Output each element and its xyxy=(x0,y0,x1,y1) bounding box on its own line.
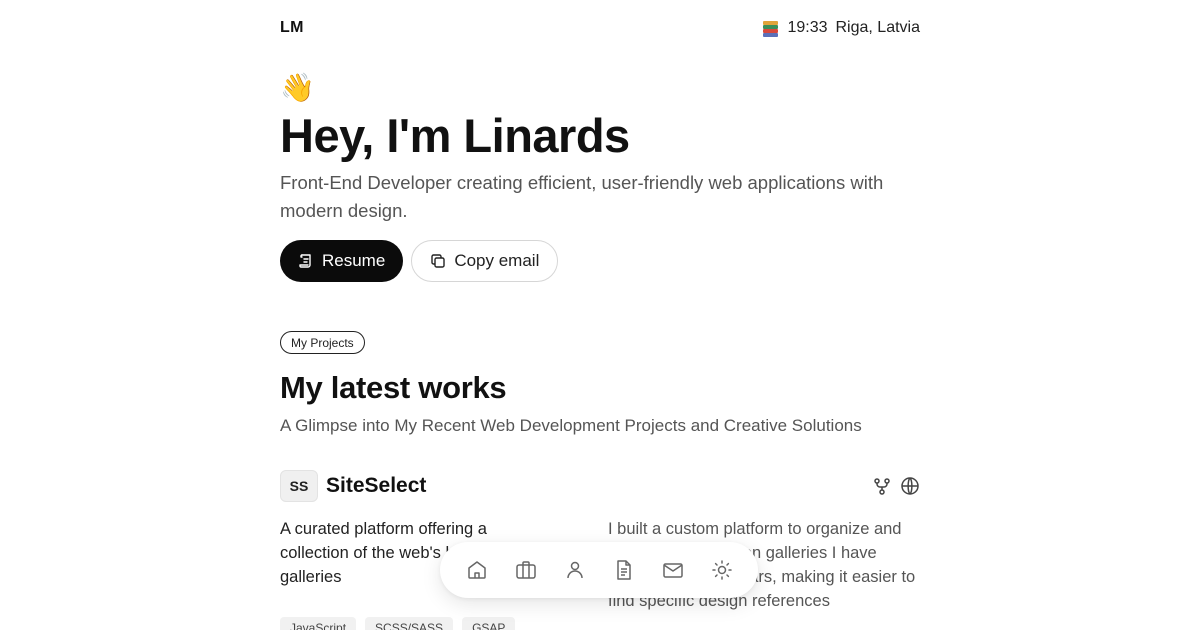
section-title: My latest works xyxy=(280,370,507,405)
scroll-icon xyxy=(299,254,311,268)
dock-about[interactable] xyxy=(555,550,595,590)
section-pill: My Projects xyxy=(280,331,365,354)
project-links xyxy=(872,476,920,496)
bottom-dock xyxy=(440,542,758,598)
tag: GSAP xyxy=(462,617,516,630)
tag: JavaScript xyxy=(280,617,357,630)
globe-icon[interactable] xyxy=(900,476,920,496)
resume-label: Resume xyxy=(322,251,386,270)
document-icon xyxy=(616,560,631,580)
user-icon xyxy=(566,561,583,579)
copy-email-label: Copy email xyxy=(454,251,540,270)
time-text: 19:33 xyxy=(787,19,828,36)
copy-email-button[interactable]: Copy email xyxy=(411,240,559,282)
logo[interactable]: LM xyxy=(280,19,304,37)
waving-hand-emoji: 👋 xyxy=(280,72,315,103)
location-text: Riga, Latvia xyxy=(835,19,921,36)
dock-projects[interactable] xyxy=(506,550,546,590)
briefcase-icon xyxy=(515,561,536,579)
hero-actions: Resume Copy email xyxy=(280,240,559,282)
books-icon xyxy=(762,20,779,37)
section-subtitle: A Glimpse into My Recent Web Development… xyxy=(280,416,862,435)
dock-contact[interactable] xyxy=(653,550,693,590)
project-title-group: SS SiteSelect xyxy=(280,470,426,502)
dock-theme-toggle[interactable] xyxy=(702,550,742,590)
sun-icon xyxy=(711,560,732,580)
mail-icon xyxy=(662,563,683,578)
project-header: SS SiteSelect xyxy=(280,470,920,502)
page-title: Hey, I'm Linards xyxy=(280,109,630,162)
copy-icon xyxy=(431,254,446,268)
project-tags: JavaScript SCSS/SASS GSAP xyxy=(280,617,516,630)
resume-button[interactable]: Resume xyxy=(280,240,404,282)
top-bar: LM 19:33 Riga, Latvia xyxy=(280,16,920,40)
tag: SCSS/SASS xyxy=(365,617,454,630)
project-name: SiteSelect xyxy=(326,474,427,497)
home-icon xyxy=(467,561,486,579)
dock-resume[interactable] xyxy=(604,550,644,590)
dock-home[interactable] xyxy=(457,550,497,590)
git-branch-icon[interactable] xyxy=(872,476,892,496)
local-time: 19:33 Riga, Latvia xyxy=(762,19,920,37)
project-badge: SS xyxy=(280,470,318,502)
hero-subtitle: Front-End Developer creating efficient, … xyxy=(280,172,884,221)
